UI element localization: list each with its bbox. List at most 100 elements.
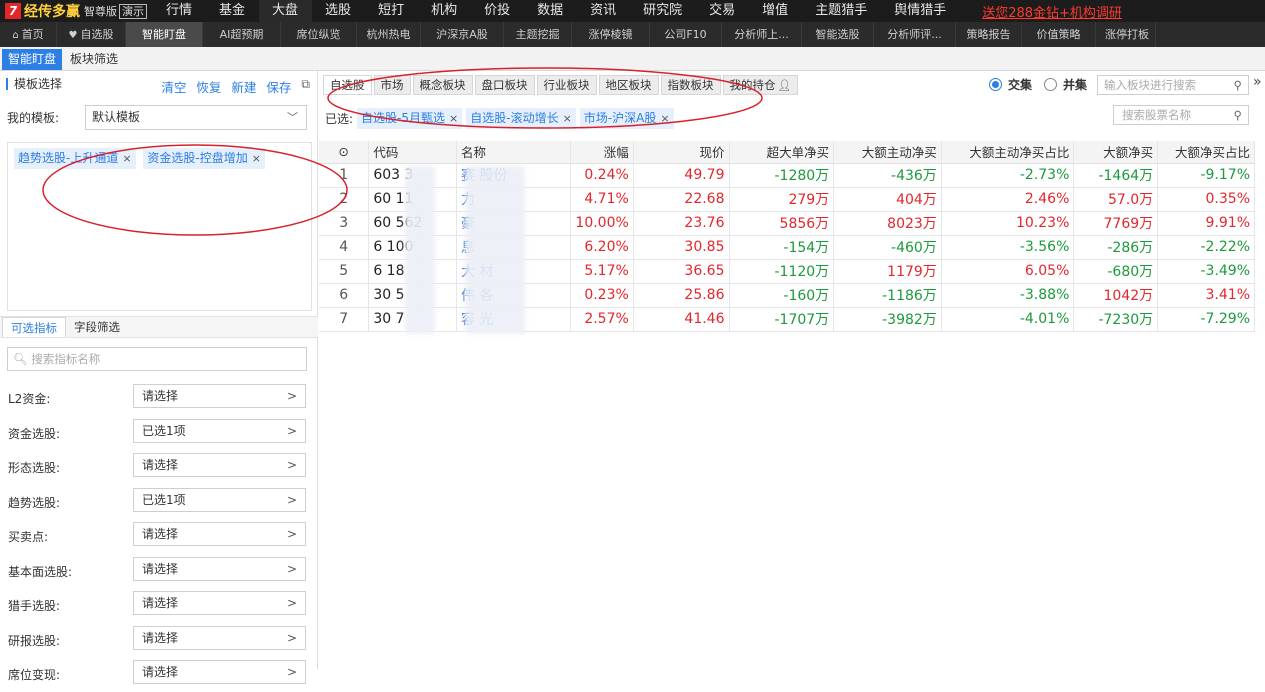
- cell-ln-pct: -2.22%: [1157, 235, 1255, 260]
- chosen-chip[interactable]: 资金选股-控盘增加 ×: [143, 148, 265, 169]
- subnav-item[interactable]: 杭州热电: [357, 22, 421, 47]
- source-tab[interactable]: 自选股: [323, 75, 372, 95]
- function-tab[interactable]: 板块筛选: [64, 49, 124, 70]
- cell-ln: 57.0万: [1073, 187, 1159, 212]
- menu-item[interactable]: 研究院: [630, 0, 696, 22]
- menu-item[interactable]: 增值: [749, 0, 802, 22]
- column-header-price[interactable]: 现价: [633, 141, 730, 164]
- menu-item[interactable]: 交易: [696, 0, 749, 22]
- copy-icon[interactable]: ⧉: [301, 77, 310, 96]
- subnav-item[interactable]: 公司F10: [650, 22, 722, 47]
- restore-button[interactable]: 恢复: [196, 77, 221, 96]
- selected-chip[interactable]: 自选股-5月甄选 ×: [357, 108, 463, 129]
- template-select[interactable]: 默认模板 ﹀: [85, 104, 307, 130]
- menu-item[interactable]: 主题猎手: [802, 0, 881, 22]
- source-tab[interactable]: 地区板块: [598, 75, 659, 95]
- row-index: 5: [319, 259, 370, 284]
- close-icon[interactable]: ×: [449, 112, 458, 125]
- tab-field-filter[interactable]: 字段筛选: [66, 317, 128, 337]
- source-tab[interactable]: 我的持仓 👤︎: [722, 75, 799, 95]
- subnav-item[interactable]: 沪深京A股: [421, 22, 504, 47]
- settings-icon[interactable]: ⊙: [319, 141, 370, 164]
- source-tab[interactable]: 盘口板块: [474, 75, 535, 95]
- chevron-right-icon: >: [286, 527, 297, 541]
- table-row[interactable]: 360 562 豪10.00%23.765856万8023万10.23%7769…: [319, 211, 1255, 236]
- search-icon[interactable]: ⚲: [1234, 76, 1242, 94]
- double-chevron-right-icon[interactable]: »: [1253, 74, 1262, 90]
- demo-badge: 演示: [119, 3, 147, 19]
- column-header-name[interactable]: 名称: [456, 141, 572, 164]
- table-row[interactable]: 630 5 伟 各0.23%25.86-160万-1186万-3.88%1042…: [319, 283, 1255, 308]
- table-row[interactable]: 46 100 息6.20%30.85-154万-460万-3.56%-286万-…: [319, 235, 1255, 260]
- subnav-item[interactable]: 策略报告: [956, 22, 1022, 47]
- menu-item[interactable]: 行情: [153, 0, 206, 22]
- stock-search-input[interactable]: 搜索股票名称 ⚲: [1113, 105, 1249, 125]
- menu-item[interactable]: 数据: [524, 0, 577, 22]
- selected-chip[interactable]: 自选股-滚动增长 ×: [466, 108, 576, 129]
- column-header-code[interactable]: 代码: [368, 141, 457, 164]
- function-tab[interactable]: 智能盯盘: [2, 49, 63, 70]
- block-search-input[interactable]: 输入板块进行搜索 ⚲: [1097, 75, 1249, 95]
- indicator-select[interactable]: 请选择 >: [133, 384, 306, 408]
- indicator-select[interactable]: 请选择 >: [133, 625, 306, 650]
- menu-item[interactable]: 价投: [471, 0, 524, 22]
- menu-item[interactable]: 短打: [365, 0, 418, 22]
- column-header-large-net-buy[interactable]: 大额净买: [1073, 141, 1159, 164]
- subnav-item[interactable]: 智能盯盘: [126, 22, 203, 47]
- menu-item[interactable]: 机构: [418, 0, 471, 22]
- subnav-item[interactable]: 主题挖掘: [504, 22, 572, 47]
- union-radio[interactable]: [1044, 78, 1058, 91]
- source-tab[interactable]: 指数板块: [660, 75, 721, 95]
- source-tab[interactable]: 行业板块: [536, 75, 597, 95]
- column-header-change[interactable]: 涨幅: [570, 141, 634, 164]
- subnav-item[interactable]: 涨停打板: [1096, 22, 1156, 47]
- promo-link[interactable]: 送您288金钻+机构调研: [982, 2, 1122, 21]
- indicator-select[interactable]: 请选择 >: [133, 556, 306, 581]
- menu-item[interactable]: 大盘: [259, 0, 313, 22]
- table-row[interactable]: 260 11 力 4.71%22.68279万404万2.46%57.0万0.3…: [319, 187, 1255, 212]
- selected-chip[interactable]: 市场-沪深A股 ×: [579, 108, 674, 129]
- column-header-large-net-buy-pct[interactable]: 大额净买占比: [1157, 141, 1255, 164]
- source-tab[interactable]: 市场: [373, 75, 411, 95]
- clear-button[interactable]: 清空: [161, 77, 186, 96]
- table-row[interactable]: 730 7容 光2.57%41.46-1707万-3982万-4.01%-723…: [319, 307, 1255, 332]
- close-icon[interactable]: ×: [563, 112, 572, 125]
- subnav-item[interactable]: AI超预期: [203, 22, 281, 47]
- subnav-item[interactable]: ♥ 自选股: [57, 22, 126, 47]
- save-button[interactable]: 保存: [266, 77, 291, 96]
- source-tab[interactable]: 概念板块: [412, 75, 473, 95]
- indicator-search-input[interactable]: 🔍︎ 搜索指标名称: [7, 347, 307, 371]
- search-icon[interactable]: ⚲: [1234, 106, 1242, 124]
- new-button[interactable]: 新建: [231, 77, 256, 96]
- indicator-select[interactable]: 请选择 >: [133, 660, 306, 684]
- column-header-large-active-net-buy[interactable]: 大额主动净买: [833, 141, 942, 164]
- table-row[interactable]: 1603 3赛 股份0.24%49.79-1280万-436万-2.73%-14…: [319, 163, 1255, 188]
- indicator-select[interactable]: 请选择 >: [133, 453, 306, 477]
- subnav-item-label: 涨停打板: [1105, 28, 1149, 41]
- column-header-xl-net-buy[interactable]: 超大单净买: [729, 141, 835, 164]
- close-icon[interactable]: ×: [252, 152, 261, 165]
- indicator-select[interactable]: 已选1项 >: [133, 487, 306, 512]
- indicator-select[interactable]: 请选择 >: [133, 522, 306, 546]
- subnav-item[interactable]: 智能选股: [802, 22, 874, 47]
- close-icon[interactable]: ×: [122, 152, 131, 165]
- menu-item[interactable]: 选股: [312, 0, 365, 22]
- subnav-item[interactable]: 价值策略: [1022, 22, 1096, 47]
- subnav-item[interactable]: 分析师上...: [722, 22, 802, 47]
- table-row[interactable]: 56 18 大 材5.17%36.65-1120万1179万6.05%-680万…: [319, 259, 1255, 284]
- menu-item[interactable]: 基金: [206, 0, 259, 22]
- indicator-select[interactable]: 请选择 >: [133, 591, 306, 615]
- subnav-item[interactable]: 席位纵览: [281, 22, 357, 47]
- tab-optional-indicators[interactable]: 可选指标: [2, 317, 66, 337]
- stock-result-panel: 自选股 市场 概念板块 盘口板块 行业板块 地区板块 指数板块 我的持仓 👤︎ 交集 并集 输入…: [319, 71, 1265, 669]
- menu-item[interactable]: 资讯: [577, 0, 630, 22]
- chosen-chip[interactable]: 趋势选股-上升通道 ×: [14, 148, 136, 169]
- subnav-item[interactable]: 涨停棱镜: [572, 22, 650, 47]
- column-header-large-active-net-buy-pct[interactable]: 大额主动净买占比: [941, 141, 1075, 164]
- intersection-radio[interactable]: [989, 78, 1002, 91]
- close-icon[interactable]: ×: [660, 112, 669, 125]
- indicator-select[interactable]: 已选1项 >: [133, 418, 306, 443]
- subnav-item[interactable]: 分析师评...: [874, 22, 956, 47]
- subnav-item[interactable]: ⌂ 首页: [0, 22, 57, 47]
- menu-item[interactable]: 舆情猎手: [881, 0, 960, 22]
